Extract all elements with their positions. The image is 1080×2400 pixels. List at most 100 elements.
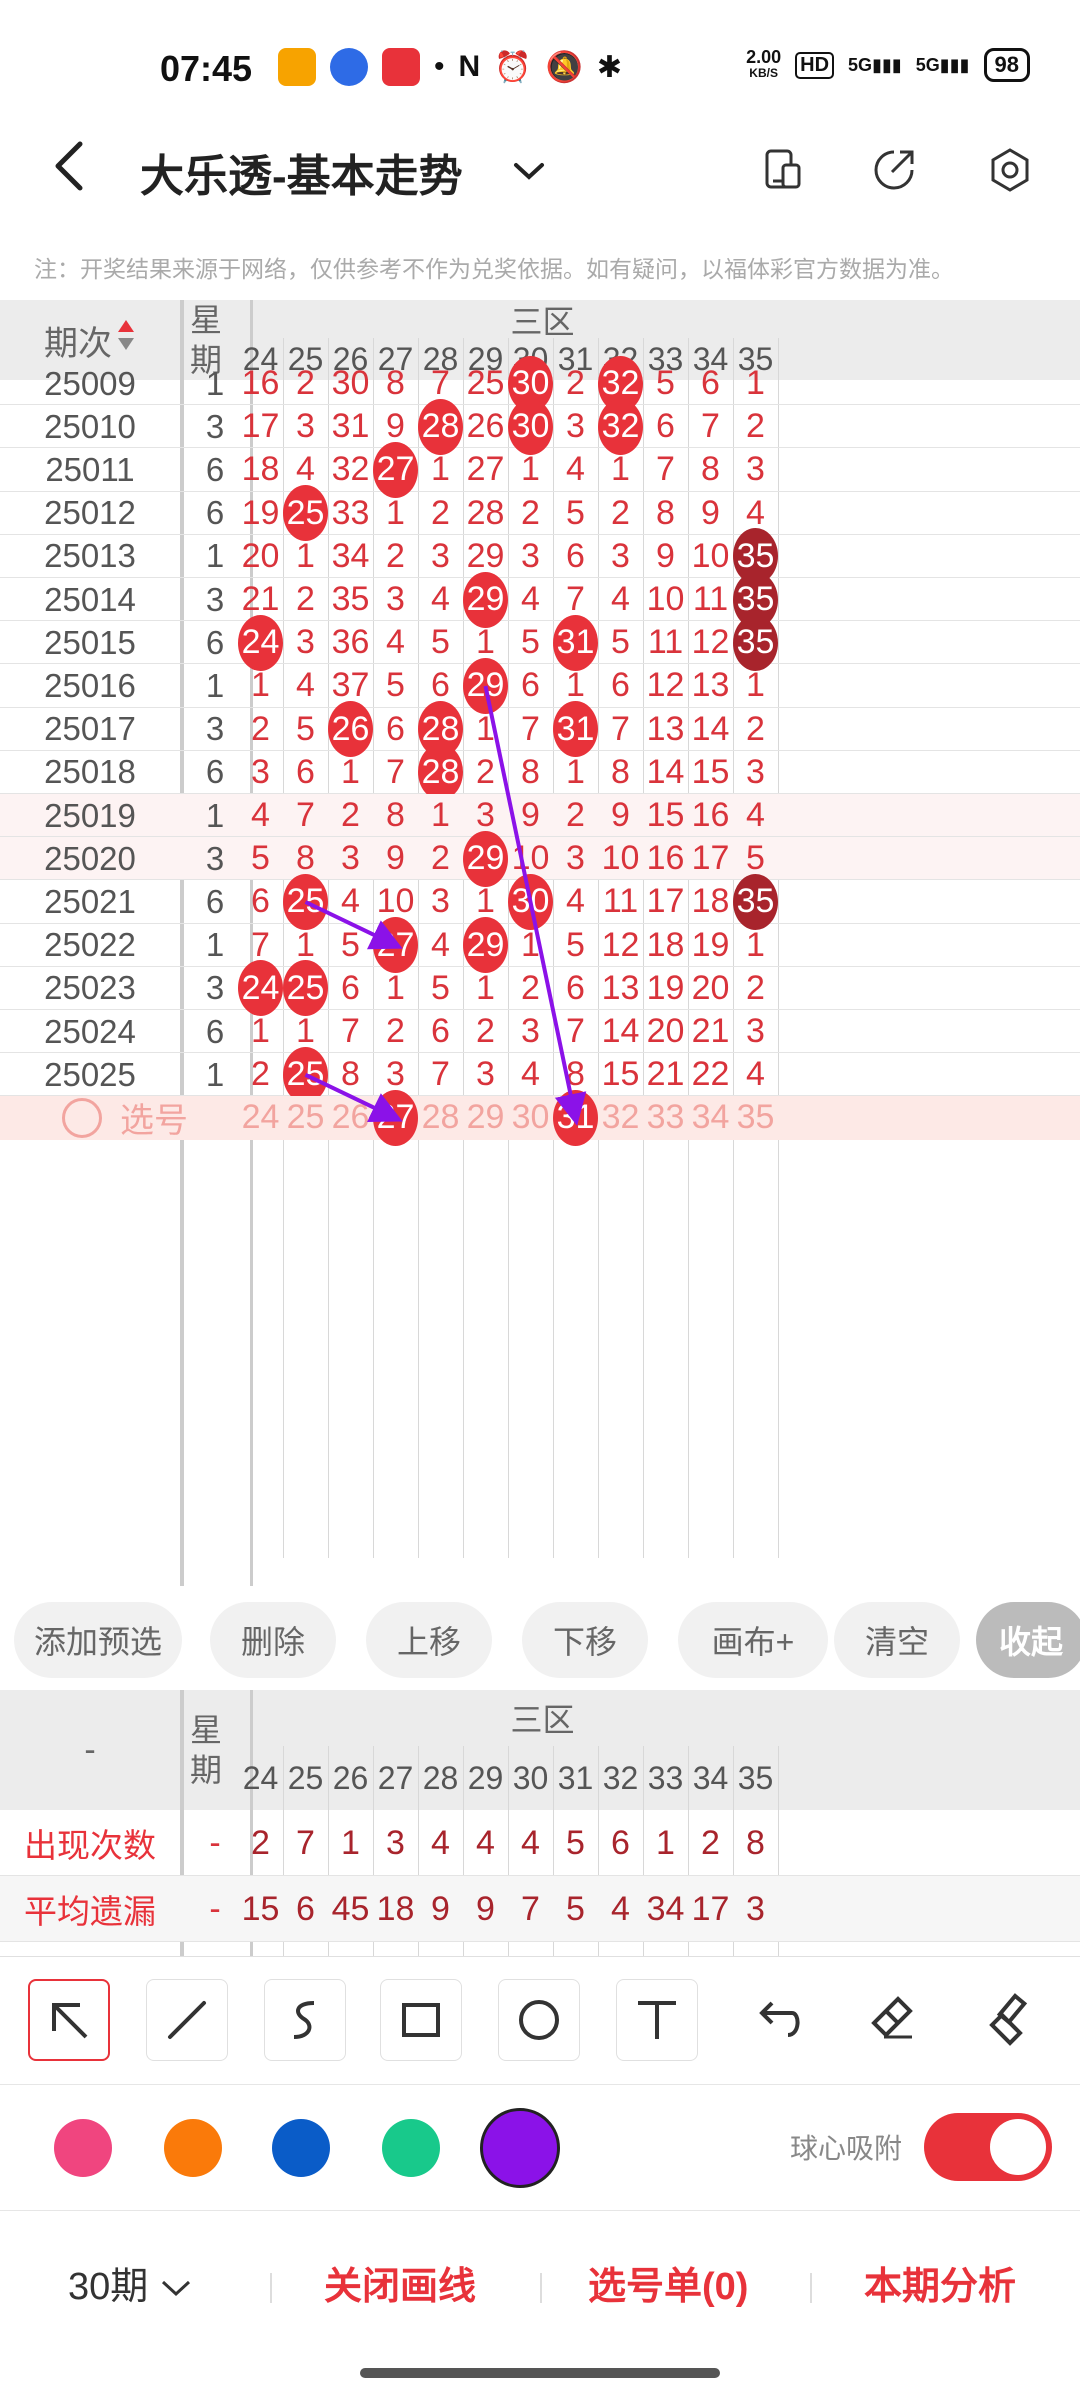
- action-pill-button[interactable]: 下移: [522, 1602, 648, 1678]
- trend-cell[interactable]: 6: [328, 967, 373, 1010]
- trend-cell[interactable]: 11: [643, 621, 688, 664]
- trend-cell[interactable]: 31: [328, 405, 373, 448]
- trend-cell[interactable]: 7: [643, 448, 688, 491]
- trend-cell[interactable]: 30: [508, 398, 553, 455]
- trend-cell[interactable]: 25: [283, 873, 328, 930]
- select-number-cell[interactable]: 26: [328, 1096, 373, 1139]
- trend-cell[interactable]: 6: [688, 362, 733, 405]
- trend-cell[interactable]: 2: [463, 1010, 508, 1053]
- trend-cell[interactable]: 7: [328, 1010, 373, 1053]
- select-number-cell[interactable]: 29: [463, 1096, 508, 1139]
- trend-cell[interactable]: 32: [328, 448, 373, 491]
- trend-cell[interactable]: 2: [373, 535, 418, 578]
- trend-cell[interactable]: 4: [418, 578, 463, 621]
- trend-cell[interactable]: 20: [643, 1010, 688, 1053]
- trend-cell[interactable]: 7: [598, 708, 643, 751]
- trend-cell[interactable]: 3: [283, 405, 328, 448]
- select-number-cell[interactable]: 34: [688, 1096, 733, 1139]
- trend-cell[interactable]: 3: [508, 1010, 553, 1053]
- trend-cell[interactable]: 8: [373, 362, 418, 405]
- trend-cell[interactable]: 29: [463, 657, 508, 714]
- trend-cell[interactable]: 8: [508, 751, 553, 794]
- trend-cell[interactable]: 31: [553, 614, 598, 671]
- selection-list-button[interactable]: 选号单(0): [588, 2255, 748, 2310]
- trend-cell[interactable]: 27: [373, 441, 418, 498]
- trend-cell[interactable]: 15: [688, 751, 733, 794]
- trend-cell[interactable]: 20: [688, 967, 733, 1010]
- trend-cell[interactable]: 1: [283, 535, 328, 578]
- trend-cell[interactable]: 2: [733, 708, 778, 751]
- action-pill-button[interactable]: 收起: [976, 1602, 1080, 1678]
- trend-cell[interactable]: 1: [373, 492, 418, 535]
- trend-cell[interactable]: 13: [643, 708, 688, 751]
- trend-cell[interactable]: 9: [508, 794, 553, 837]
- trend-cell[interactable]: 30: [328, 362, 373, 405]
- trend-cell[interactable]: 34: [328, 535, 373, 578]
- trend-cell[interactable]: 27: [373, 917, 418, 974]
- trend-cell[interactable]: 1: [733, 664, 778, 707]
- trend-cell[interactable]: 17: [238, 405, 283, 448]
- trend-cell[interactable]: 7: [508, 708, 553, 751]
- trend-cell[interactable]: 31: [553, 701, 598, 758]
- trend-cell[interactable]: 3: [328, 837, 373, 880]
- trend-cell[interactable]: 1: [373, 967, 418, 1010]
- trend-cell[interactable]: 13: [598, 967, 643, 1010]
- trend-cell[interactable]: 4: [598, 578, 643, 621]
- trend-cell[interactable]: 1: [418, 794, 463, 837]
- trend-cell[interactable]: 5: [508, 621, 553, 664]
- trend-cell[interactable]: 14: [643, 751, 688, 794]
- trend-cell[interactable]: 35: [733, 873, 778, 930]
- trend-cell[interactable]: 20: [238, 535, 283, 578]
- trend-cell[interactable]: 2: [283, 362, 328, 405]
- trend-cell[interactable]: 1: [463, 967, 508, 1010]
- trend-cell[interactable]: 36: [328, 621, 373, 664]
- trend-cell[interactable]: 25: [463, 362, 508, 405]
- action-pill-button[interactable]: 清空: [834, 1602, 960, 1678]
- trend-cell[interactable]: 2: [238, 708, 283, 751]
- trend-cell[interactable]: 16: [688, 794, 733, 837]
- trend-cell[interactable]: 3: [283, 621, 328, 664]
- trend-cell[interactable]: 5: [283, 708, 328, 751]
- trend-cell[interactable]: 2: [508, 967, 553, 1010]
- trend-cell[interactable]: 18: [238, 448, 283, 491]
- trend-cell[interactable]: 3: [238, 751, 283, 794]
- trend-cell[interactable]: 10: [598, 837, 643, 880]
- trend-cell[interactable]: 2: [328, 794, 373, 837]
- trend-cell[interactable]: 19: [643, 967, 688, 1010]
- trend-cell[interactable]: 1: [553, 751, 598, 794]
- trend-cell[interactable]: 2: [598, 492, 643, 535]
- trend-cell[interactable]: 6: [283, 751, 328, 794]
- back-icon[interactable]: [50, 138, 90, 207]
- trend-cell[interactable]: 16: [238, 362, 283, 405]
- trend-cell[interactable]: 22: [688, 1053, 733, 1096]
- trend-cell[interactable]: 2: [508, 492, 553, 535]
- trend-cell[interactable]: 7: [418, 1053, 463, 1096]
- trend-cell[interactable]: 1: [328, 751, 373, 794]
- trend-cell[interactable]: 1: [418, 448, 463, 491]
- trend-cell[interactable]: 6: [643, 405, 688, 448]
- trend-cell[interactable]: 7: [553, 1010, 598, 1053]
- trend-cell[interactable]: 1: [733, 924, 778, 967]
- trend-cell[interactable]: 3: [508, 535, 553, 578]
- trend-cell[interactable]: 4: [373, 621, 418, 664]
- trend-cell[interactable]: 4: [553, 880, 598, 923]
- trend-cell[interactable]: 28: [418, 398, 463, 455]
- trend-cell[interactable]: 2: [553, 362, 598, 405]
- trend-cell[interactable]: 13: [688, 664, 733, 707]
- trend-cell[interactable]: 1: [238, 1010, 283, 1053]
- select-number-cell[interactable]: 31: [553, 1089, 598, 1146]
- trend-cell[interactable]: 4: [418, 924, 463, 967]
- trend-cell[interactable]: 17: [643, 880, 688, 923]
- color-swatch[interactable]: [382, 2119, 440, 2177]
- trend-cell[interactable]: 12: [643, 664, 688, 707]
- trend-cell[interactable]: 15: [643, 794, 688, 837]
- trend-cell[interactable]: 2: [463, 751, 508, 794]
- trend-cell[interactable]: 3: [373, 578, 418, 621]
- trend-cell[interactable]: 35: [328, 578, 373, 621]
- trend-cell[interactable]: 4: [733, 1053, 778, 1096]
- trend-cell[interactable]: 12: [598, 924, 643, 967]
- trend-cell[interactable]: 5: [373, 664, 418, 707]
- trend-cell[interactable]: 29: [463, 571, 508, 628]
- trend-cell[interactable]: 16: [643, 837, 688, 880]
- trend-cell[interactable]: 25: [283, 1046, 328, 1103]
